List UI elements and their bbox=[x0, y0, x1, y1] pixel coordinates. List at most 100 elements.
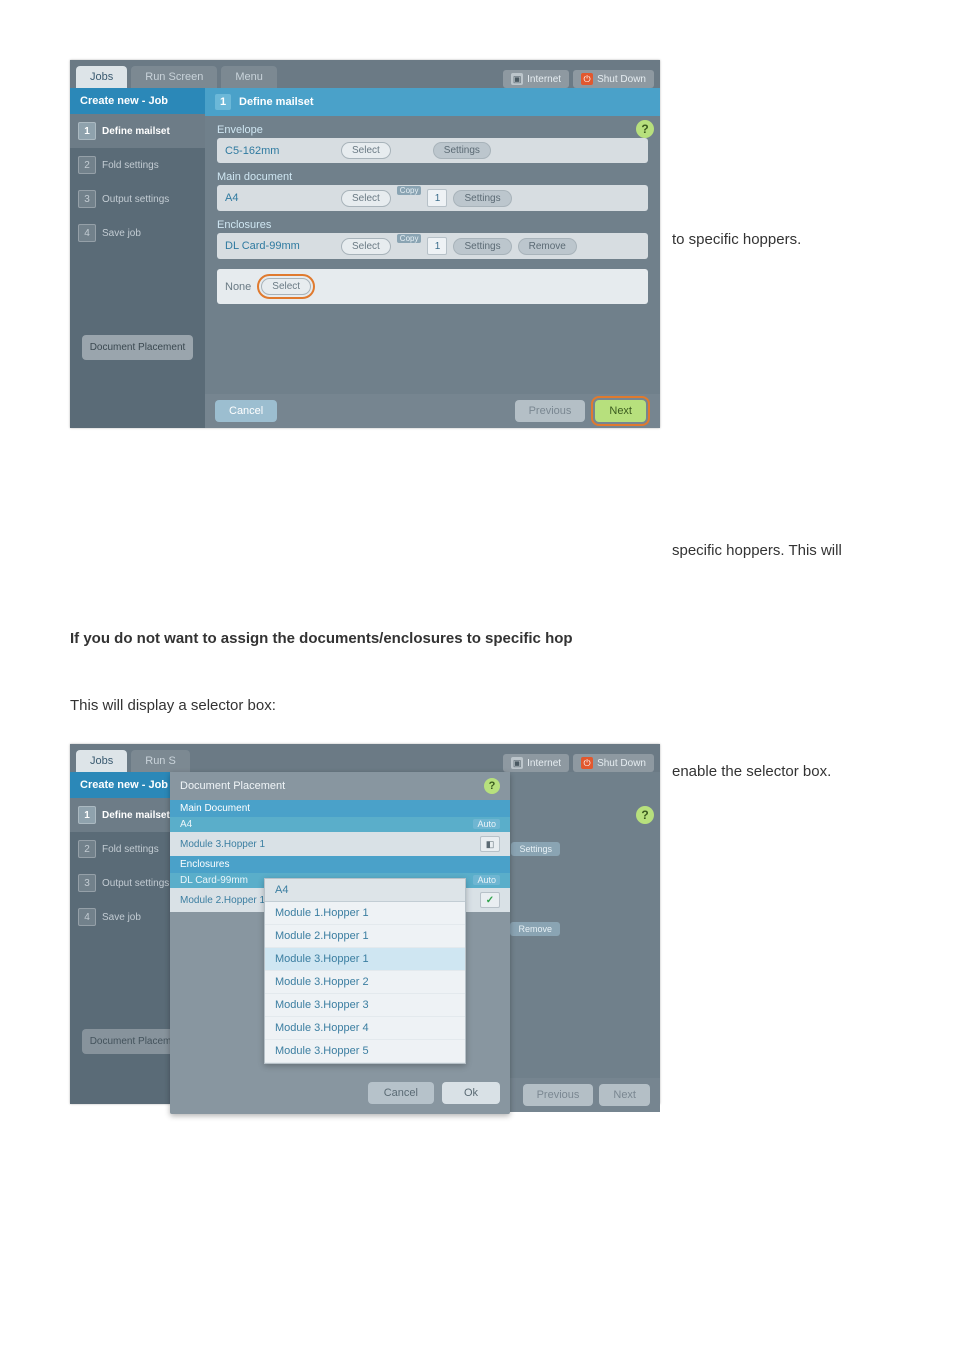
top-tabbar: Jobs Run S ▣ Internet ⏻ Shut Down bbox=[70, 744, 660, 772]
tab-jobs[interactable]: Jobs bbox=[76, 66, 127, 88]
step-number: 2 bbox=[78, 840, 96, 858]
step-number: 4 bbox=[78, 908, 96, 926]
hopper-assignment: Module 2.Hopper 1 bbox=[180, 895, 265, 906]
dropdown-option[interactable]: Module 3.Hopper 5 bbox=[265, 1040, 465, 1063]
previous-button[interactable]: Previous bbox=[515, 400, 586, 422]
hopper-selector-dropdown[interactable]: A4 Module 1.Hopper 1 Module 2.Hopper 1 M… bbox=[264, 878, 466, 1064]
power-icon: ⏻ bbox=[581, 73, 593, 85]
main-document-name: A4 bbox=[225, 192, 335, 204]
help-icon[interactable]: ? bbox=[636, 120, 654, 138]
wizard-footer: Cancel Previous Next bbox=[205, 394, 660, 428]
document-placement-button[interactable]: Document Placement bbox=[82, 335, 193, 360]
next-button[interactable]: Next bbox=[595, 400, 646, 422]
dialog-ok-button[interactable]: Ok bbox=[442, 1082, 500, 1104]
step-label: Fold settings bbox=[102, 844, 159, 855]
copy-badge: Copy bbox=[397, 234, 422, 243]
tab-menu[interactable]: Menu bbox=[221, 66, 277, 88]
step-number: 4 bbox=[78, 224, 96, 242]
dialog-title: Document Placement bbox=[180, 780, 285, 792]
shutdown-button[interactable]: ⏻ Shut Down bbox=[573, 754, 654, 772]
shutdown-button[interactable]: ⏻ Shut Down bbox=[573, 70, 654, 88]
step-number: 1 bbox=[78, 122, 96, 140]
behind-remove-chip: Remove bbox=[510, 922, 560, 936]
main-document-hopper-row[interactable]: Module 3.Hopper 1 ◧ bbox=[170, 832, 510, 856]
envelope-settings-button[interactable]: Settings bbox=[433, 142, 491, 159]
cancel-button[interactable]: Cancel bbox=[215, 400, 277, 422]
help-icon[interactable]: ? bbox=[484, 778, 500, 794]
panel-title-text: Define mailset bbox=[239, 96, 314, 108]
dropdown-header: A4 bbox=[265, 879, 465, 902]
internet-label: Internet bbox=[527, 758, 561, 769]
enclosure-remove-button[interactable]: Remove bbox=[518, 238, 577, 255]
next-button-disabled: Next bbox=[599, 1084, 650, 1106]
auto-toggle-icon[interactable]: ◧ bbox=[480, 836, 500, 852]
enclosure-count[interactable]: 1 bbox=[427, 237, 447, 255]
tab-run-screen-truncated[interactable]: Run S bbox=[131, 750, 190, 772]
enclosure-name-text: DL Card-99mm bbox=[180, 875, 248, 886]
tab-jobs[interactable]: Jobs bbox=[76, 750, 127, 772]
dropdown-option[interactable]: Module 2.Hopper 1 bbox=[265, 925, 465, 948]
document-placement-dialog: Document Placement ? Main Document A4 Au… bbox=[170, 772, 510, 1114]
enclosure-select-button[interactable]: Select bbox=[341, 238, 391, 255]
step-label: Output settings bbox=[102, 194, 169, 205]
dropdown-option[interactable]: Module 3.Hopper 3 bbox=[265, 994, 465, 1017]
next-highlight-ring: Next bbox=[591, 396, 650, 426]
step-save-job[interactable]: 4 Save job bbox=[70, 216, 205, 250]
step-label: Fold settings bbox=[102, 160, 159, 171]
hopper-assignment: Module 3.Hopper 1 bbox=[180, 839, 265, 850]
auto-label: Auto bbox=[473, 875, 500, 885]
screenshot-define-mailset: Jobs Run Screen Menu ▣ Internet ⏻ Shut D… bbox=[70, 60, 660, 428]
step-number: 3 bbox=[78, 190, 96, 208]
maindoc-settings-button[interactable]: Settings bbox=[453, 190, 511, 207]
dropdown-option[interactable]: Module 3.Hopper 2 bbox=[265, 971, 465, 994]
step-number: 2 bbox=[78, 156, 96, 174]
maindoc-count[interactable]: 1 bbox=[427, 189, 447, 207]
main-document-row: A4 Select Copy 1 Settings bbox=[217, 185, 648, 211]
envelope-row: C5-162mm Select Settings bbox=[217, 138, 648, 163]
annotation-enable-selector: enable the selector box. bbox=[672, 744, 831, 782]
panel-title-number: 1 bbox=[215, 94, 231, 110]
step-label: Save job bbox=[102, 228, 141, 239]
previous-button: Previous bbox=[523, 1084, 594, 1106]
wizard-steps-sidebar: Create new - Job 1 Define mailset 2 Fold… bbox=[70, 88, 205, 428]
main-document-section-label: Main document bbox=[205, 163, 660, 185]
internet-indicator[interactable]: ▣ Internet bbox=[503, 70, 569, 88]
envelope-select-button[interactable]: Select bbox=[341, 142, 391, 159]
sidebar-title: Create new - Job bbox=[70, 88, 205, 114]
step-fold-settings[interactable]: 2 Fold settings bbox=[70, 148, 205, 182]
internet-label: Internet bbox=[527, 74, 561, 85]
main-document-name: A4 Auto bbox=[170, 817, 510, 832]
step-output-settings[interactable]: 3 Output settings bbox=[70, 182, 205, 216]
dialog-cancel-button[interactable]: Cancel bbox=[368, 1082, 434, 1104]
step-label: Output settings bbox=[102, 878, 169, 889]
auto-check-icon[interactable]: ✓ bbox=[480, 892, 500, 908]
help-icon[interactable]: ? bbox=[636, 806, 654, 824]
power-icon: ⏻ bbox=[581, 757, 593, 769]
internet-indicator[interactable]: ▣ Internet bbox=[503, 754, 569, 772]
copy-badge: Copy bbox=[397, 186, 422, 195]
auto-label: Auto bbox=[473, 819, 500, 829]
screenshot-document-placement: Jobs Run S ▣ Internet ⏻ Shut Down Create… bbox=[70, 744, 660, 1104]
dropdown-option-selected[interactable]: Module 3.Hopper 1 bbox=[265, 948, 465, 971]
enclosure-row: DL Card-99mm Select Copy 1 Settings Remo… bbox=[217, 233, 648, 259]
enclosures-section-label: Enclosures bbox=[205, 211, 660, 233]
envelope-name: C5-162mm bbox=[225, 145, 335, 157]
none-select-button[interactable]: Select bbox=[261, 278, 311, 295]
maindoc-select-button[interactable]: Select bbox=[341, 190, 391, 207]
dropdown-option[interactable]: Module 1.Hopper 1 bbox=[265, 902, 465, 925]
heading-do-not-assign: If you do not want to assign the documen… bbox=[70, 630, 884, 647]
behind-settings-chip: Settings bbox=[511, 842, 560, 856]
dialog-footer: Cancel Ok bbox=[170, 1072, 510, 1114]
dropdown-option[interactable]: Module 3.Hopper 4 bbox=[265, 1017, 465, 1040]
text-this-will-display: This will display a selector box: bbox=[70, 697, 884, 714]
enclosure-settings-button[interactable]: Settings bbox=[453, 238, 511, 255]
panel-title: 1 Define mailset bbox=[205, 88, 660, 116]
step-define-mailset[interactable]: 1 Define mailset bbox=[70, 114, 205, 148]
top-tabbar: Jobs Run Screen Menu ▣ Internet ⏻ Shut D… bbox=[70, 60, 660, 88]
tab-run-screen[interactable]: Run Screen bbox=[131, 66, 217, 88]
annotation-specific-hoppers-next: specific hoppers. This will bbox=[672, 541, 842, 561]
none-label: None bbox=[225, 281, 251, 293]
envelope-section-label: Envelope bbox=[205, 116, 660, 138]
dialog-title-bar: Document Placement ? bbox=[170, 772, 510, 800]
step-label: Save job bbox=[102, 912, 141, 923]
